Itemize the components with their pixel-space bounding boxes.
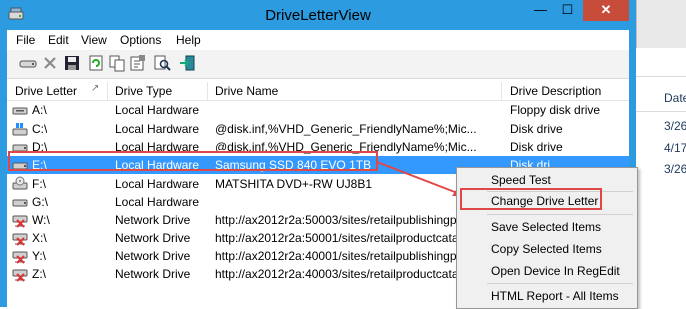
cell-drive-description: Floppy disk drive xyxy=(510,103,601,117)
context-menu: Speed Test Change Drive Letter Save Sele… xyxy=(456,167,638,309)
cell-drive-letter: G:\ xyxy=(32,195,49,209)
menu-item-save-selected-items[interactable]: Save Selected Items xyxy=(491,220,601,234)
cell-drive-name: http://ax2012r2a:40001/sites/retailpubli… xyxy=(215,249,457,263)
column-separator[interactable] xyxy=(107,82,108,100)
change-drive-letter-highlight-box xyxy=(460,188,602,210)
sort-arrow-icon: ↗ xyxy=(91,83,100,94)
cell-drive-name: http://ax2012r2a:50001/sites/retailprodu… xyxy=(215,231,459,245)
menu-bar: File Edit View Options Help xyxy=(7,30,629,50)
menu-separator xyxy=(487,214,633,215)
menu-separator xyxy=(487,283,633,284)
network-drive-icon xyxy=(12,269,28,282)
drive-icon[interactable] xyxy=(19,54,37,72)
date-header-label: Date xyxy=(664,91,686,105)
network-drive-icon xyxy=(12,215,28,228)
selected-row-highlight-box xyxy=(8,151,378,171)
delete-icon[interactable] xyxy=(41,54,59,72)
column-drive-letter[interactable]: Drive Letter xyxy=(15,84,77,98)
windows-drive-icon xyxy=(12,123,28,136)
menu-item-open-device-in-regedit[interactable]: Open Device In RegEdit xyxy=(491,264,620,278)
toolbar xyxy=(7,50,629,79)
exit-icon[interactable] xyxy=(178,54,196,72)
find-icon[interactable] xyxy=(153,54,171,72)
cell-drive-type: Local Hardware xyxy=(115,177,200,191)
background-date-cell: 4/17 xyxy=(664,141,686,155)
cell-drive-description: Disk drive xyxy=(510,140,563,154)
maximize-button[interactable]: ☐ xyxy=(554,0,581,21)
cell-drive-type: Local Hardware xyxy=(115,195,200,209)
cell-drive-letter: Y:\ xyxy=(32,249,47,263)
menu-item-speed-test[interactable]: Speed Test xyxy=(491,173,551,187)
menu-options[interactable]: Options xyxy=(120,33,161,47)
menu-edit[interactable]: Edit xyxy=(48,33,69,47)
minimize-button[interactable]: — xyxy=(527,0,554,21)
background-window-ribbon xyxy=(636,0,686,48)
close-button[interactable]: ✕ xyxy=(583,0,629,21)
list-header: Drive Letter ↗ Drive Type Drive Name Dri… xyxy=(7,82,629,101)
background-date-cell: 3/26 xyxy=(664,119,686,133)
network-drive-icon xyxy=(12,233,28,246)
network-drive-icon xyxy=(12,251,28,264)
properties-icon[interactable] xyxy=(129,54,147,72)
menu-item-copy-selected-items[interactable]: Copy Selected Items xyxy=(491,242,602,256)
cell-drive-type: Network Drive xyxy=(115,249,191,263)
hard-drive-icon xyxy=(12,199,28,207)
table-row[interactable]: C:\ Local Hardware @disk.inf,%VHD_Generi… xyxy=(7,120,629,138)
cell-drive-letter: C:\ xyxy=(32,122,48,136)
cell-drive-type: Network Drive xyxy=(115,231,191,245)
cell-drive-type: Local Hardware xyxy=(115,103,200,117)
table-row[interactable]: A:\ Local Hardware Floppy disk drive xyxy=(7,101,629,119)
floppy-drive-icon xyxy=(12,107,28,115)
menu-view[interactable]: View xyxy=(81,33,107,47)
background-window: Date 3/26 4/17 3/26 xyxy=(636,0,686,307)
background-date-cell: 3/26 xyxy=(664,162,686,176)
refresh-icon[interactable] xyxy=(87,54,105,72)
column-separator[interactable] xyxy=(501,82,502,100)
dvd-drive-icon xyxy=(12,176,28,190)
cell-drive-letter: F:\ xyxy=(32,177,46,191)
cell-drive-letter: Z:\ xyxy=(32,267,46,281)
cell-drive-type: Network Drive xyxy=(115,267,191,281)
menu-file[interactable]: File xyxy=(16,33,35,47)
cell-drive-letter: W:\ xyxy=(32,213,50,227)
cell-drive-type: Network Drive xyxy=(115,213,191,227)
menu-help[interactable]: Help xyxy=(176,33,201,47)
menu-item-html-report-all-items[interactable]: HTML Report - All Items xyxy=(491,289,619,303)
copy-icon[interactable] xyxy=(108,54,126,72)
column-drive-description[interactable]: Drive Description xyxy=(510,84,601,98)
cell-drive-letter: X:\ xyxy=(32,231,47,245)
column-separator[interactable] xyxy=(207,82,208,100)
cell-drive-letter: A:\ xyxy=(32,103,47,117)
column-drive-type[interactable]: Drive Type xyxy=(115,84,172,98)
cell-drive-name: http://ax2012r2a:40003/sites/retailprodu… xyxy=(215,267,459,281)
cell-drive-name: @disk.inf,%VHD_Generic_FriendlyName%;Mic… xyxy=(215,122,477,136)
save-icon[interactable] xyxy=(63,54,81,72)
cell-drive-name: http://ax2012r2a:50003/sites/retailpubli… xyxy=(215,213,457,227)
cell-drive-type: Local Hardware xyxy=(115,122,200,136)
column-drive-name[interactable]: Drive Name xyxy=(215,84,278,98)
title-bar[interactable]: DriveLetterView — ☐ ✕ xyxy=(0,0,636,30)
cell-drive-description: Disk drive xyxy=(510,122,563,136)
background-column-header[interactable]: Date xyxy=(636,76,686,112)
